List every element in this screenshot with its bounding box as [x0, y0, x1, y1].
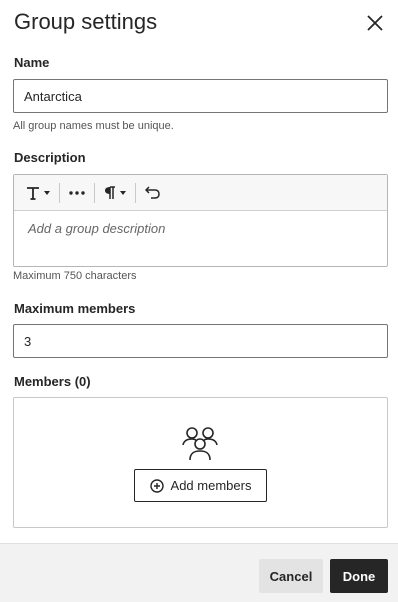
paragraph-icon [105, 185, 115, 199]
add-members-button[interactable]: Add members [134, 469, 267, 502]
more-options-icon [69, 190, 85, 195]
members-label: Members (0) [14, 374, 91, 389]
chevron-down-icon [44, 190, 50, 195]
max-members-input[interactable] [13, 324, 388, 358]
toolbar-divider [94, 182, 95, 203]
text-format-icon [27, 186, 39, 200]
group-icon [182, 427, 218, 461]
close-button[interactable] [362, 10, 388, 36]
plus-circle-icon [149, 478, 164, 493]
cancel-button[interactable]: Cancel [259, 559, 323, 593]
name-input[interactable] [13, 79, 388, 113]
done-button[interactable]: Done [330, 559, 388, 593]
name-label: Name [14, 55, 50, 70]
description-helper-text: Maximum 750 characters [13, 270, 137, 282]
editor-toolbar [14, 175, 387, 211]
more-options-button[interactable] [65, 179, 89, 207]
toolbar-divider [135, 182, 136, 203]
members-panel: Add members [13, 397, 388, 528]
undo-icon [145, 185, 160, 199]
chevron-down-icon [120, 190, 126, 195]
paragraph-button[interactable] [100, 179, 130, 207]
name-helper-text: All group names must be unique. [13, 120, 174, 132]
max-members-label: Maximum members [14, 301, 136, 316]
undo-button[interactable] [141, 179, 165, 207]
dialog-footer: Cancel Done [0, 543, 398, 602]
add-members-label: Add members [170, 478, 252, 493]
close-icon [367, 15, 383, 31]
text-format-button[interactable] [22, 179, 54, 207]
description-editor: Add a group description [13, 174, 388, 267]
dialog-header: Group settings [14, 6, 388, 40]
toolbar-divider [59, 182, 60, 203]
dialog-title: Group settings [14, 9, 158, 34]
description-label: Description [14, 150, 86, 165]
description-textarea[interactable]: Add a group description [14, 211, 387, 246]
